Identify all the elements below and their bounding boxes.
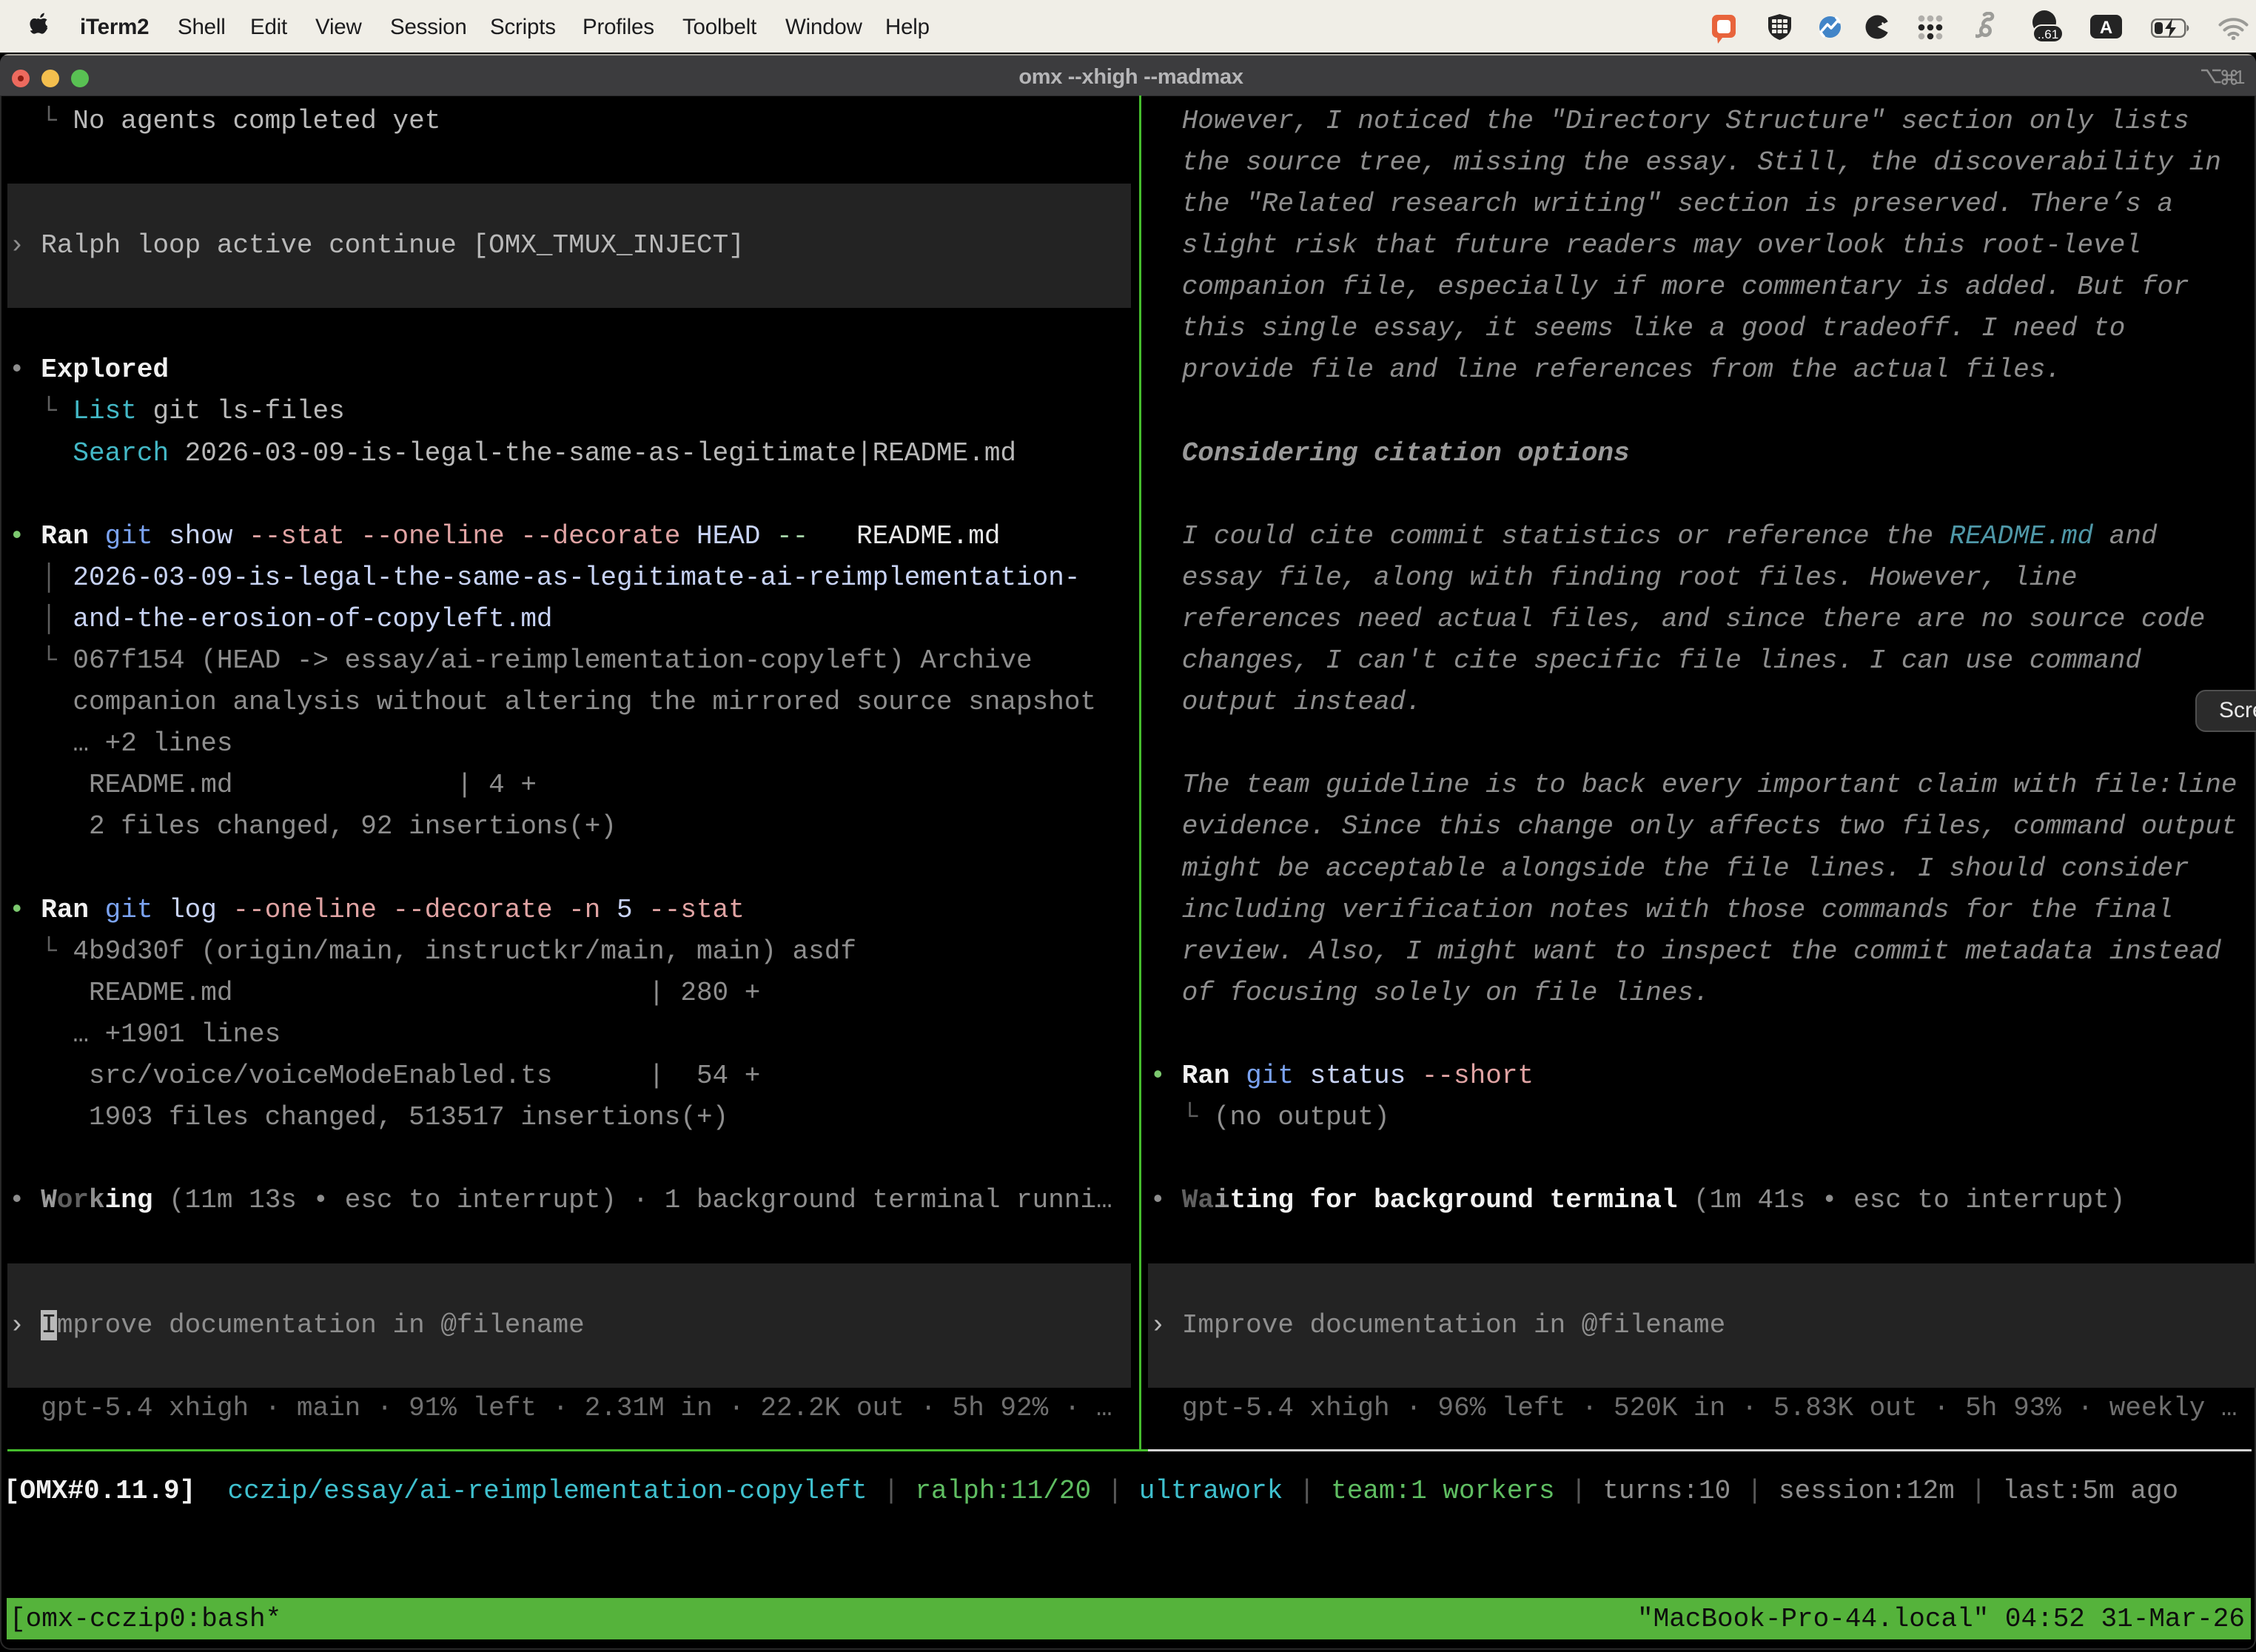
svg-text:1: 1	[2235, 66, 2245, 87]
svg-text:..61: ..61	[2038, 27, 2058, 41]
svg-text:A: A	[2100, 18, 2112, 38]
